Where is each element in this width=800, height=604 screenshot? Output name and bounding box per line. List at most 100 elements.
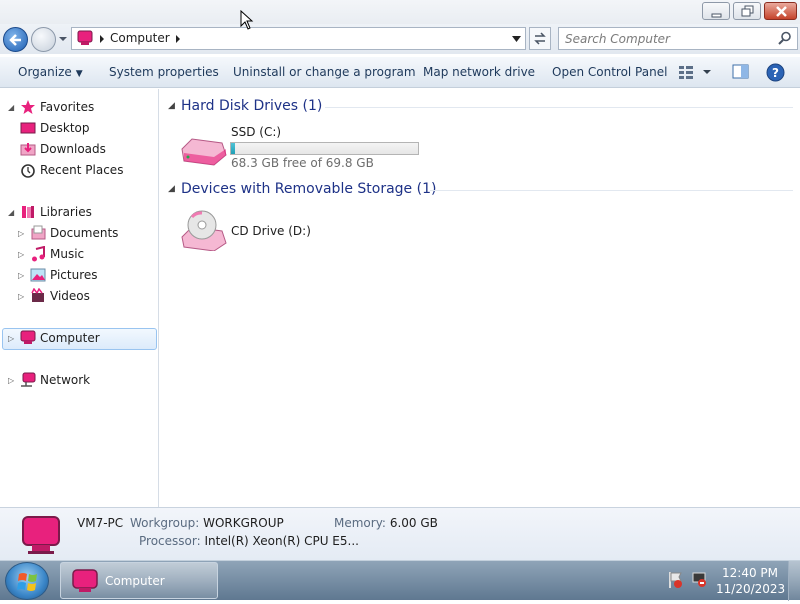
- command-bar: Organize ▼ System properties Uninstall or…: [0, 57, 800, 88]
- search-icon[interactable]: [778, 31, 792, 46]
- change-view-icon[interactable]: [678, 63, 712, 81]
- star-icon: [21, 100, 35, 114]
- libraries-icon: [22, 206, 34, 218]
- forward-button[interactable]: [31, 27, 56, 52]
- tree-label: Favorites: [40, 100, 95, 114]
- collapse-arrow-icon[interactable]: ◢: [8, 208, 18, 217]
- tree-label: Videos: [50, 289, 90, 303]
- navigation-row: Computer: [0, 24, 800, 54]
- tree-item-documents[interactable]: ▷ Documents: [18, 223, 118, 243]
- taskbar: Computer 12:40 PM 11/20/2023: [0, 560, 800, 601]
- minimize-button[interactable]: [702, 2, 730, 20]
- network-icon: [21, 372, 36, 387]
- computer-name: VM7-PC: [77, 516, 124, 530]
- desktop-icon: [20, 122, 36, 134]
- hard-drive-icon: [181, 138, 227, 166]
- computer-icon: [72, 569, 98, 592]
- workgroup-label: Workgroup:: [130, 516, 200, 530]
- downloads-folder-icon: [20, 143, 36, 156]
- clock-icon: [21, 164, 35, 178]
- videos-icon: [31, 288, 44, 302]
- refresh-button[interactable]: [529, 27, 551, 50]
- group-title-removable-storage[interactable]: Devices with Removable Storage (1): [181, 181, 436, 197]
- tree-favorites[interactable]: ◢ Favorites: [8, 97, 94, 117]
- chevron-right-icon[interactable]: [99, 35, 105, 43]
- computer-icon: [22, 516, 60, 554]
- tree-item-videos[interactable]: ▷ Videos: [18, 286, 90, 306]
- tree-item-downloads[interactable]: Downloads: [8, 139, 106, 159]
- navigation-pane: ◢ Favorites Desktop Downloads Recent Pla…: [0, 89, 159, 507]
- group-collapse-icon[interactable]: ◢: [168, 184, 175, 194]
- group-divider: [325, 107, 793, 108]
- content-pane: ◢ Hard Disk Drives (1) SSD (C:) 68.3 GB …: [160, 89, 800, 507]
- drive-name: SSD (C:): [231, 125, 282, 139]
- expand-arrow-icon[interactable]: ▷: [8, 376, 18, 385]
- restore-button[interactable]: [733, 2, 761, 20]
- group-title-hard-disk-drives[interactable]: Hard Disk Drives (1): [181, 98, 322, 114]
- tree-item-desktop[interactable]: Desktop: [8, 118, 90, 138]
- mouse-cursor-icon: [240, 10, 254, 30]
- memory-label: Memory:: [334, 516, 386, 530]
- action-center-flag-icon[interactable]: [667, 571, 683, 589]
- open-control-panel-button[interactable]: Open Control Panel: [552, 65, 667, 79]
- windows-logo-icon: [17, 573, 37, 591]
- back-button[interactable]: [3, 27, 28, 52]
- clock-date: 11/20/2023: [716, 582, 786, 596]
- expand-arrow-icon[interactable]: ▷: [18, 292, 28, 301]
- computer-icon: [77, 30, 93, 45]
- processor-value: Intel(R) Xeon(R) CPU E5...: [204, 534, 359, 548]
- address-bar[interactable]: Computer: [71, 27, 526, 50]
- expand-arrow-icon[interactable]: ▷: [18, 229, 28, 238]
- pictures-icon: [30, 268, 46, 282]
- tree-label: Desktop: [40, 121, 90, 135]
- search-box[interactable]: [558, 27, 798, 50]
- chevron-down-icon[interactable]: [512, 36, 521, 42]
- expand-arrow-icon[interactable]: ▷: [18, 250, 28, 259]
- tree-libraries[interactable]: ◢ Libraries: [8, 202, 92, 222]
- search-input[interactable]: [563, 30, 773, 47]
- tree-label: Pictures: [50, 268, 98, 282]
- tree-label: Computer: [40, 331, 100, 345]
- memory-info: Memory: 6.00 GB: [334, 516, 438, 530]
- group-divider: [430, 190, 793, 191]
- collapse-arrow-icon[interactable]: ◢: [8, 103, 18, 112]
- tree-item-music[interactable]: ▷ Music: [18, 244, 84, 264]
- taskbar-button-label: Computer: [105, 574, 165, 588]
- arrow-left-icon: [9, 34, 21, 46]
- system-properties-button[interactable]: System properties: [109, 65, 219, 79]
- explorer-window: Computer Organize▼ System properties Uni…: [0, 0, 800, 560]
- taskbar-button-computer[interactable]: Computer: [60, 562, 218, 599]
- system-clock[interactable]: 12:40 PM 11/20/2023: [716, 565, 786, 597]
- group-collapse-icon[interactable]: ◢: [168, 101, 175, 111]
- tree-item-recent-places[interactable]: Recent Places: [8, 160, 123, 180]
- tree-item-pictures[interactable]: ▷ Pictures: [18, 265, 98, 285]
- tree-network[interactable]: ▷ Network: [8, 370, 90, 390]
- processor-label: Processor:: [139, 534, 201, 548]
- tree-label: Network: [40, 373, 91, 387]
- start-button[interactable]: [5, 562, 49, 600]
- cd-drive-icon: [181, 210, 227, 251]
- chevron-right-icon[interactable]: [175, 35, 181, 43]
- refresh-icon: [534, 32, 546, 45]
- organize-label: Organize: [18, 65, 72, 79]
- breadcrumb-computer[interactable]: Computer: [110, 31, 170, 45]
- uninstall-program-button[interactable]: Uninstall or change a program: [233, 65, 416, 79]
- expand-arrow-icon[interactable]: ▷: [18, 271, 28, 280]
- tree-label: Libraries: [40, 205, 92, 219]
- title-bar[interactable]: [0, 0, 800, 24]
- expand-arrow-icon[interactable]: ▷: [8, 334, 18, 343]
- minimize-icon: [711, 13, 722, 18]
- show-desktop-button[interactable]: [788, 561, 800, 601]
- preview-pane-icon[interactable]: [732, 63, 750, 81]
- close-icon: [776, 6, 787, 17]
- restore-icon: [741, 5, 754, 17]
- map-network-drive-button[interactable]: Map network drive: [423, 65, 535, 79]
- recent-pages-dropdown-icon[interactable]: [58, 35, 68, 43]
- help-icon[interactable]: ?: [766, 63, 785, 82]
- memory-value: 6.00 GB: [389, 516, 438, 530]
- network-status-icon[interactable]: [691, 571, 707, 589]
- drive-name: CD Drive (D:): [231, 224, 311, 238]
- tree-computer[interactable]: ▷ Computer: [8, 328, 100, 348]
- organize-menu[interactable]: Organize ▼: [18, 65, 83, 79]
- close-button[interactable]: [764, 2, 797, 20]
